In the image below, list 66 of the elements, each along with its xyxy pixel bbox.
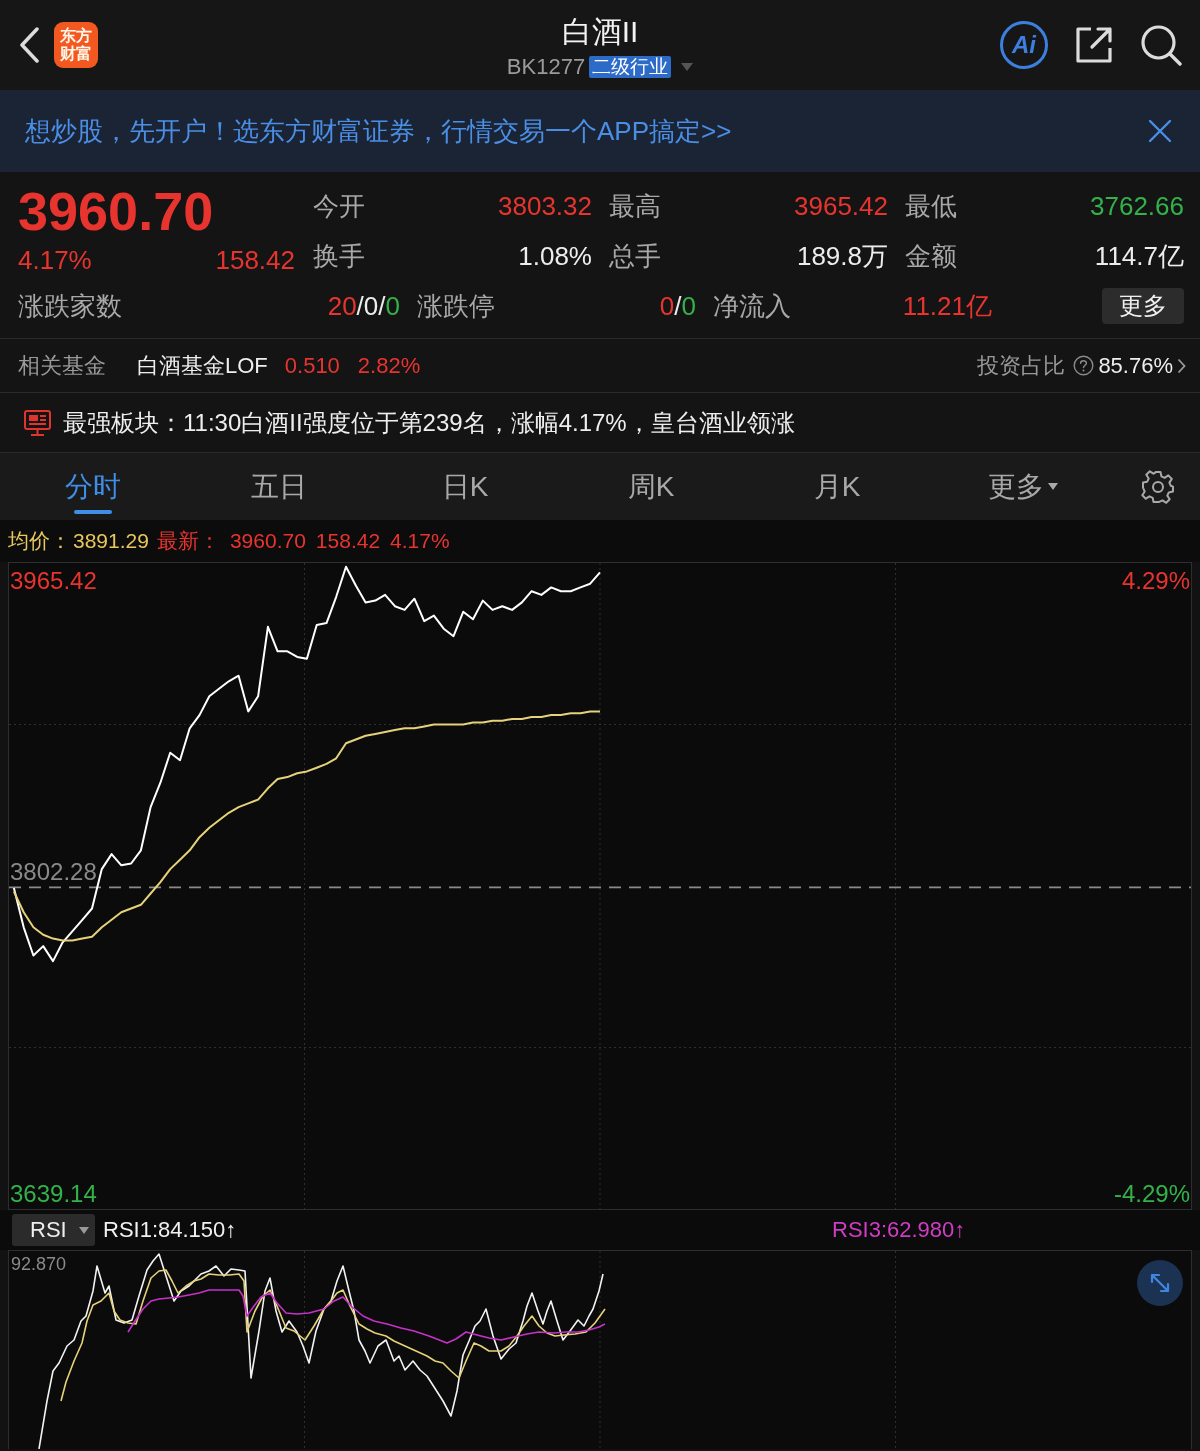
stat-label: 总手: [609, 239, 661, 273]
page-title: 白酒II: [561, 14, 639, 50]
indicator-reading: RSI1:84.150↑: [103, 1217, 237, 1243]
axis-label: 3965.42: [9, 567, 98, 595]
stat-label: 最高: [609, 189, 661, 223]
help-icon[interactable]: [1073, 355, 1095, 376]
stat-value: 189.8万: [796, 239, 888, 273]
tab[interactable]: 周K: [558, 453, 744, 520]
latest-label: 最新：: [156, 528, 220, 554]
more-button[interactable]: 更多: [1102, 288, 1184, 324]
ratio-value: 85.76%: [1098, 352, 1173, 379]
indicator-reading: RSI3:62.980↑: [832, 1217, 966, 1243]
latest-value: 3960.70: [229, 529, 306, 553]
expand-icon[interactable]: [1137, 1260, 1183, 1306]
average-label: 均价：: [8, 528, 71, 554]
chevron-icon[interactable]: [1177, 357, 1186, 374]
change-amount: 158.42: [215, 244, 295, 277]
tab[interactable]: 五日: [186, 453, 372, 520]
percent-label: -4.29%: [1112, 1179, 1191, 1208]
stat-value: 3965.42: [794, 190, 888, 222]
axis-label: 3639.14: [9, 1179, 98, 1208]
fund-change: 2.82%: [357, 352, 421, 379]
stat-label: 净流入: [713, 289, 791, 323]
ai-button[interactable]: Ai: [1000, 21, 1048, 69]
stat-label: 最低: [905, 189, 957, 223]
settings-icon[interactable]: [1141, 469, 1175, 504]
stat-value: 0/0: [659, 290, 696, 322]
stat-label: 涨跌停: [417, 289, 495, 323]
latest-value: 158.42: [315, 529, 381, 553]
level-badge: 二级行业: [589, 56, 672, 78]
sector-code: BK1277: [506, 54, 586, 80]
search-icon[interactable]: [1140, 24, 1182, 66]
fund-price: 0.510: [284, 352, 340, 379]
stat-label: 今开: [313, 189, 365, 223]
stat-label: 涨跌家数: [18, 289, 122, 323]
latest-value: 4.17%: [390, 529, 450, 553]
fund-label: 相关基金: [18, 351, 106, 380]
reference-label: 3802.28: [9, 859, 98, 886]
stat-value: 3803.32: [498, 190, 592, 222]
back-icon[interactable]: [18, 27, 40, 63]
axis-label: 92.870: [11, 1254, 67, 1275]
tab[interactable]: 日K: [372, 453, 558, 520]
indicator-dropdown[interactable]: RSI: [12, 1214, 95, 1246]
stat-value: 3762.66: [1090, 190, 1184, 222]
tab[interactable]: 月K: [744, 453, 930, 520]
percent-label: 4.29%: [1120, 567, 1191, 595]
app-logo: 东方财富: [54, 22, 98, 68]
notice-text[interactable]: 最强板块：11:30白酒II强度位于第239名，涨幅4.17%，皇台酒业领涨: [63, 406, 795, 439]
stat-value: 114.7亿: [1094, 239, 1184, 273]
caret-icon[interactable]: [79, 1226, 89, 1234]
fund-name[interactable]: 白酒基金LOF: [137, 350, 268, 381]
average-value: 3891.29: [73, 529, 149, 553]
ratio-label: 投资占比: [977, 351, 1066, 380]
monitor-icon: [24, 409, 51, 436]
stat-label: 换手: [313, 239, 365, 273]
close-icon[interactable]: [1148, 119, 1172, 143]
caret-icon[interactable]: [1048, 483, 1058, 490]
menu-tab[interactable]: 更多: [930, 453, 1116, 520]
tab[interactable]: 分时: [0, 453, 186, 520]
stat-value: 11.21亿: [902, 289, 992, 323]
change-percent: 4.17%: [18, 244, 92, 277]
stat-value: 1.08%: [518, 240, 592, 272]
share-icon[interactable]: [1074, 25, 1114, 65]
stat-label: 金额: [905, 239, 957, 273]
stat-value: 20/0/0: [327, 290, 400, 322]
last-price: 3960.70: [18, 181, 214, 241]
